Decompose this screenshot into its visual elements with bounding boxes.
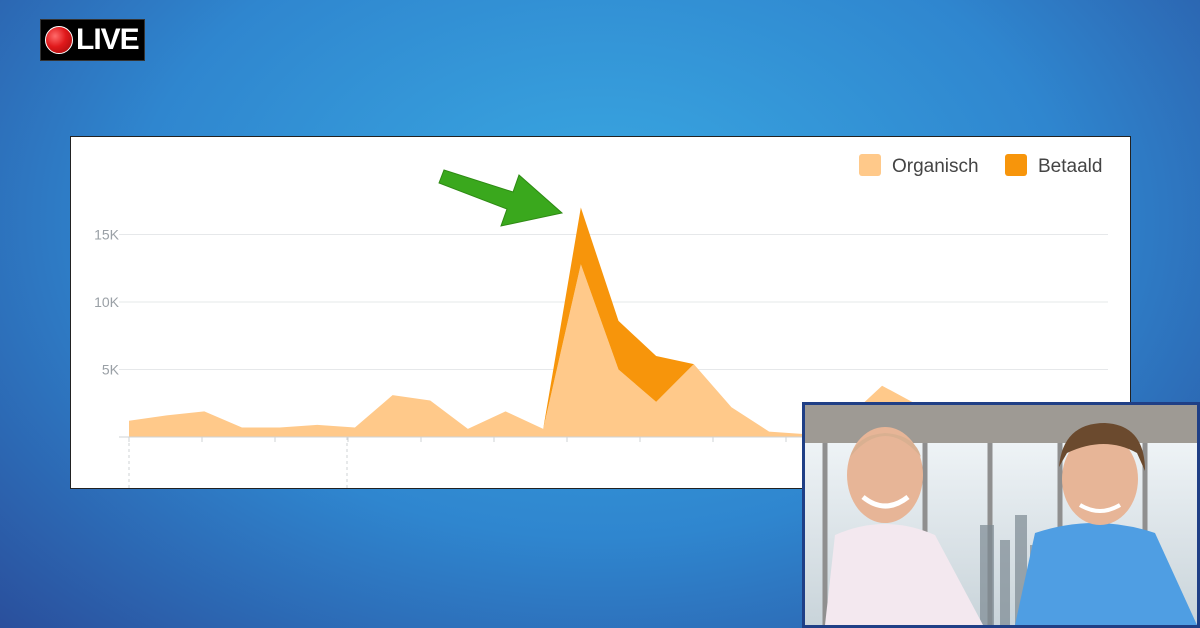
legend-swatch [859, 154, 881, 176]
y-tick-label: 15K [94, 227, 120, 243]
annotation-arrow [438, 169, 564, 227]
y-axis-ticks: 5K 10K 15K [94, 227, 120, 378]
legend-label: Betaald [1038, 156, 1102, 177]
legend-swatch [1005, 154, 1027, 176]
presenters-video-icon [805, 405, 1197, 625]
legend-label: Organisch [892, 156, 979, 177]
live-label: LIVE [76, 23, 140, 56]
y-tick-label: 10K [94, 294, 120, 310]
live-badge: LIVE [40, 19, 145, 61]
green-arrow-icon [438, 169, 564, 227]
legend: Organisch Betaald [859, 154, 1102, 177]
live-dot-icon [45, 26, 73, 54]
webcam-overlay [802, 402, 1200, 628]
y-tick-label: 5K [102, 362, 120, 378]
